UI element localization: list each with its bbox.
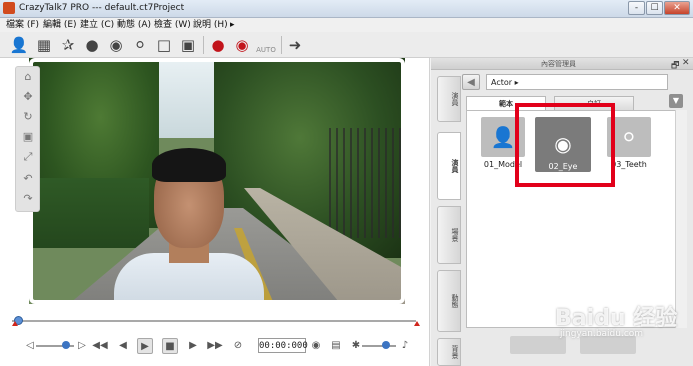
title-bar: CrazyTalk7 PRO --- default.ct7Project - …	[0, 0, 693, 18]
redo-icon[interactable]: ↷	[20, 191, 36, 207]
timeline-start-marker	[12, 321, 18, 326]
vtab-actor[interactable]: 演員	[437, 76, 461, 122]
preview-viewport[interactable]	[29, 58, 405, 304]
record-icon[interactable]: ●	[208, 35, 228, 55]
watermark-sub: jingyan.baidu.com	[560, 329, 644, 339]
menu-help[interactable]: 說明 (H)	[193, 18, 228, 32]
view-tools-sidebar: ⌂ ✥ ↻ ▣ ⤢ ↶ ↷	[15, 66, 40, 212]
fast-forward-icon[interactable]: ▶▶	[207, 338, 223, 354]
note-icon[interactable]: ♪	[397, 338, 413, 354]
bone-icon[interactable]: ✰	[58, 35, 78, 55]
menu-view[interactable]: 檢查 (W)	[154, 18, 191, 32]
chevron-down-icon[interactable]: ▼	[669, 94, 683, 108]
previous-frame-icon[interactable]: ◀	[115, 338, 131, 354]
toolbar-separator	[281, 36, 282, 54]
zoom-icon[interactable]: ⤢	[20, 149, 36, 165]
rewind-icon[interactable]: ◀◀	[92, 338, 108, 354]
vtab-background[interactable]: 背景	[437, 338, 461, 366]
path-breadcrumb[interactable]: Actor ▸	[486, 74, 668, 90]
content-manager-header: 內容管理員 🗗 ✕	[431, 58, 693, 71]
app-icon	[3, 2, 15, 14]
content-nav-row: ◀ Actor ▸ ▼	[462, 74, 687, 108]
apply-button[interactable]	[510, 336, 566, 354]
time-display[interactable]: 00:00:000	[258, 338, 308, 353]
close-button[interactable]: ✕	[664, 1, 690, 15]
vtab-actor-active[interactable]: 演員	[437, 132, 461, 200]
window-title: CrazyTalk7 PRO --- default.ct7Project	[19, 3, 185, 13]
stop-button[interactable]: ■	[162, 338, 178, 354]
volume-thumb[interactable]	[62, 341, 70, 349]
panel-title: 內容管理員	[541, 60, 576, 68]
undo-icon[interactable]: ↶	[20, 171, 36, 187]
watermark: Baidu 经验	[555, 306, 678, 331]
menu-file[interactable]: 檔案 (F)	[6, 18, 39, 32]
speed-slider[interactable]	[362, 345, 396, 347]
menu-animation[interactable]: 動態 (A)	[117, 18, 151, 32]
loop-icon[interactable]: ⊘	[230, 338, 246, 354]
volume-max-icon[interactable]: ▷	[74, 338, 90, 354]
home-icon[interactable]: ⌂	[20, 69, 36, 85]
minimize-button[interactable]: -	[628, 1, 645, 15]
content-scrollbar[interactable]	[675, 110, 687, 328]
time-options-icon[interactable]: ◉	[308, 338, 324, 354]
play-button[interactable]: ▶	[137, 338, 153, 354]
toolbar-separator	[203, 36, 204, 54]
export-icon[interactable]: ➜	[285, 35, 305, 55]
menu-more[interactable]: ▸	[230, 18, 235, 32]
person-icon[interactable]: 👤	[9, 35, 29, 55]
playback-bar: ◁ ▷ ◀◀ ◀ ▶ ■ ▶ ▶▶ ⊘ 00:00:000 ◉ ▤ ✱ ♪	[22, 336, 420, 356]
fit-icon[interactable]: ▣	[20, 129, 36, 145]
timeline-end-marker	[414, 321, 420, 326]
selection-highlight	[515, 103, 615, 187]
auto-icon[interactable]: AUTO	[256, 35, 276, 55]
eye-icon[interactable]: ◉	[106, 35, 126, 55]
head-icon[interactable]: ●	[82, 35, 102, 55]
menu-edit[interactable]: 編輯 (E)	[43, 18, 77, 32]
face-outline-icon[interactable]: □	[154, 35, 174, 55]
menu-create[interactable]: 建立 (C)	[80, 18, 114, 32]
subtitle-icon[interactable]: ▤	[328, 338, 344, 354]
maximize-button[interactable]: ☐	[646, 1, 663, 15]
speed-thumb[interactable]	[382, 341, 390, 349]
panel-close-icon[interactable]: ✕	[682, 58, 690, 68]
menu-bar: 檔案 (F) 編輯 (E) 建立 (C) 動態 (A) 檢查 (W) 說明 (H…	[0, 18, 693, 32]
vtab-motion[interactable]: 動態	[437, 270, 461, 332]
next-frame-icon[interactable]: ▶	[185, 338, 201, 354]
vertical-tabs: 演員 演員 場景 動態 背景	[437, 76, 461, 366]
toolbar: 👤 ▦ ✰ ● ◉ ⚪ □ ▣ ● ◉ AUTO ➜	[0, 32, 693, 58]
rotate-icon[interactable]: ↻	[20, 109, 36, 125]
vtab-scene[interactable]: 場景	[437, 206, 461, 264]
move-icon[interactable]: ✥	[20, 89, 36, 105]
mouth-icon[interactable]: ⚪	[130, 35, 150, 55]
timeline[interactable]	[12, 316, 420, 326]
viewport-frame	[29, 58, 405, 304]
timeline-track	[12, 320, 416, 322]
audio-record-icon[interactable]: ◉	[232, 35, 252, 55]
dock-icon[interactable]: 🗗	[671, 58, 679, 74]
image-icon[interactable]: ▣	[178, 35, 198, 55]
layout-icon[interactable]: ▦	[34, 35, 54, 55]
back-button[interactable]: ◀	[462, 74, 480, 90]
